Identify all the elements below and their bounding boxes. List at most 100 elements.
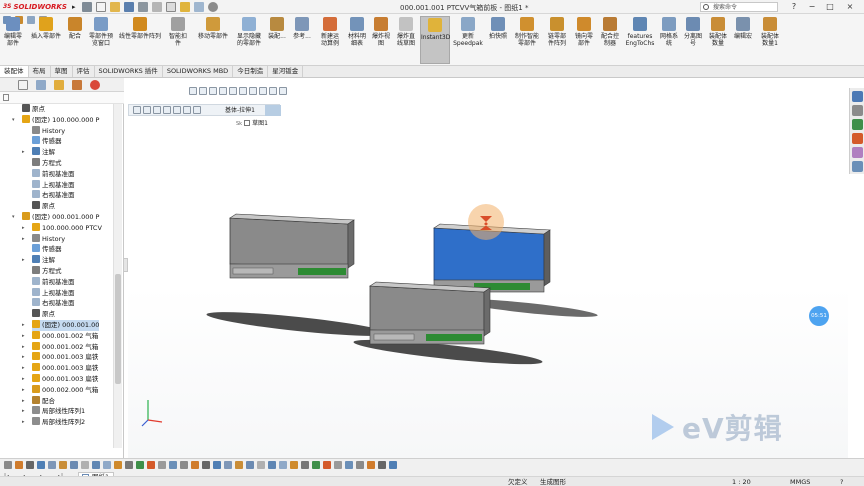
tree-node[interactable]: 上视基准面 [32, 287, 75, 299]
ribbon-button-mirror-components[interactable]: 镜向零 部件 [572, 16, 596, 64]
ribbon-button-assembly-features[interactable]: 装配... [266, 16, 288, 64]
status-scale[interactable]: 1 : 20 [732, 477, 751, 486]
ribbon-button-smart-component[interactable]: 制作智能 零部件 [512, 16, 542, 64]
tree-expander-icon[interactable]: ▸ [22, 147, 25, 158]
tree-node[interactable]: ▸ 000.001.002 气箱 [22, 330, 98, 342]
rotate-icon[interactable] [202, 461, 210, 469]
display-icon[interactable] [323, 461, 331, 469]
tree-node[interactable]: ▸ 000.002.000 气箱 [22, 384, 98, 396]
tree-node[interactable]: 前视基准面 [32, 276, 75, 288]
tree-node[interactable]: ▸ History [22, 233, 65, 245]
home-icon[interactable] [81, 1, 92, 12]
copy-icon[interactable] [224, 461, 232, 469]
tree-scrollbar[interactable] [113, 104, 122, 448]
ribbon-button-linear-pattern[interactable]: 线性零部件阵列 [118, 16, 162, 64]
graphics-area[interactable]: 基体-拉伸1 Sk 草图1 [128, 78, 848, 458]
chamfer-icon[interactable] [125, 461, 133, 469]
tree-node[interactable]: 原点 [32, 201, 55, 212]
tree-node[interactable]: 右视基准面 [32, 298, 75, 309]
dimxpert-tab-icon[interactable] [72, 80, 82, 90]
ribbon-button-insert-components[interactable]: 插入零部件 [28, 16, 64, 64]
tree-expander-icon[interactable]: ▸ [22, 352, 25, 363]
air-box-bottom[interactable] [369, 281, 491, 345]
ribbon-button-mate[interactable]: 配合 [66, 16, 84, 64]
ribbon-button-new-motion-study[interactable]: 新建运 动算例 [316, 16, 344, 64]
tree-node[interactable]: 上视基准面 [32, 179, 75, 191]
tree-node[interactable]: 方程式 [32, 266, 62, 277]
close-button[interactable]: × [844, 1, 856, 13]
ribbon-button-assembly-count[interactable]: 装配体 数量 [706, 16, 730, 64]
tree-expander-icon[interactable]: ▾ [12, 115, 15, 126]
extend-icon[interactable] [158, 461, 166, 469]
ribbon-button-edit-component[interactable]: 编辑零 部件 [0, 16, 26, 64]
move-icon[interactable] [191, 461, 199, 469]
tree-node[interactable]: ▸ 注解 [22, 255, 55, 266]
smart-dim-icon[interactable] [279, 461, 287, 469]
pattern-icon[interactable] [235, 461, 243, 469]
rectangle-icon[interactable] [48, 461, 56, 469]
tab-2[interactable]: 草图 [51, 66, 73, 77]
measure-icon[interactable] [290, 461, 298, 469]
tab-1[interactable]: 布局 [29, 66, 51, 77]
tab-5[interactable]: SOLIDWORKS MBD [163, 66, 234, 77]
ribbon-button-assembly-count-1[interactable]: 装配体 数量1 [756, 16, 784, 64]
tree-node[interactable]: ▸ 注解 [22, 147, 55, 158]
ribbon-button-speedpak[interactable]: 更新 Speedpak [452, 16, 484, 64]
open-folder-icon[interactable] [109, 1, 120, 12]
tree-node[interactable]: 右视基准面 [32, 190, 75, 201]
tree-expander-icon[interactable]: ▸ [22, 234, 25, 245]
air-box-right-selected[interactable] [433, 204, 551, 293]
ribbon-button-exploded-view[interactable]: 爆炸视 图 [370, 16, 392, 64]
tree-node[interactable]: ▾ (固定) 100.000.000 P [12, 114, 99, 126]
spline-icon[interactable] [81, 461, 89, 469]
tree-expander-icon[interactable]: ▸ [22, 342, 25, 353]
ribbon-button-move-component[interactable]: 移动零部件 [194, 16, 232, 64]
mirror-icon[interactable] [180, 461, 188, 469]
text-icon[interactable] [136, 461, 144, 469]
tree-expander-icon[interactable]: ▸ [22, 320, 25, 331]
tree-filter-row[interactable] [0, 92, 124, 104]
tree-node[interactable]: ▸ 局部线性阵列1 [22, 406, 85, 417]
fillet-icon[interactable] [114, 461, 122, 469]
tree-expander-icon[interactable]: ▸ [22, 385, 25, 396]
appearances-icon[interactable] [852, 147, 863, 158]
tree-node[interactable]: 前视基准面 [32, 168, 75, 180]
tab-0[interactable]: 装配体 [0, 66, 29, 77]
tree-node[interactable]: 原点 [32, 309, 55, 320]
configuration-manager-tab-icon[interactable] [54, 80, 64, 90]
status-units[interactable]: MMGS [790, 477, 810, 486]
air-box-left-front[interactable] [229, 217, 349, 269]
tree-expander-icon[interactable]: ▸ [22, 406, 25, 417]
tree-node[interactable]: ▸ 100.000.000 PTCV [22, 222, 102, 234]
tree-node[interactable]: 方程式 [32, 158, 62, 169]
camera-icon[interactable] [367, 461, 375, 469]
ribbon-button-reference-geometry[interactable]: 参考... [290, 16, 314, 64]
section-icon[interactable] [312, 461, 320, 469]
ribbon-button-features-translate[interactable]: features EngToChs [624, 16, 656, 64]
arc-icon[interactable] [70, 461, 78, 469]
tree-expander-icon[interactable]: ▸ [22, 255, 25, 266]
color-icon[interactable] [345, 461, 353, 469]
custom-properties-icon[interactable] [852, 161, 863, 172]
air-box-bottom-front[interactable] [369, 285, 485, 337]
tree-expander-icon[interactable]: ▸ [22, 363, 25, 374]
save-icon[interactable] [123, 1, 134, 12]
tree-node[interactable]: ▸ 000.001.003 扁铁 [22, 374, 98, 385]
tree-node[interactable]: 传感器 [32, 136, 62, 147]
tree-node[interactable]: History [32, 125, 65, 137]
dimension-icon[interactable] [257, 461, 265, 469]
minimize-button[interactable]: − [806, 1, 818, 13]
tree-node[interactable]: ▸ 000.001.002 气箱 [22, 341, 98, 353]
snapshot-icon[interactable] [389, 461, 397, 469]
point-icon[interactable] [26, 461, 34, 469]
tree-node[interactable]: 传感器 [32, 244, 62, 255]
tree-expander-icon[interactable]: ▸ [22, 374, 25, 385]
ribbon-button-edit-macro[interactable]: 编辑宏 [732, 16, 754, 64]
select-icon[interactable] [4, 461, 12, 469]
design-library-icon[interactable] [852, 105, 863, 116]
tree-scrollbar-thumb[interactable] [115, 274, 121, 384]
select-arrow-icon[interactable] [165, 1, 176, 12]
file-explorer-icon[interactable] [852, 119, 863, 130]
rebuild-icon[interactable] [179, 1, 190, 12]
tab-4[interactable]: SOLIDWORKS 插件 [95, 66, 163, 77]
